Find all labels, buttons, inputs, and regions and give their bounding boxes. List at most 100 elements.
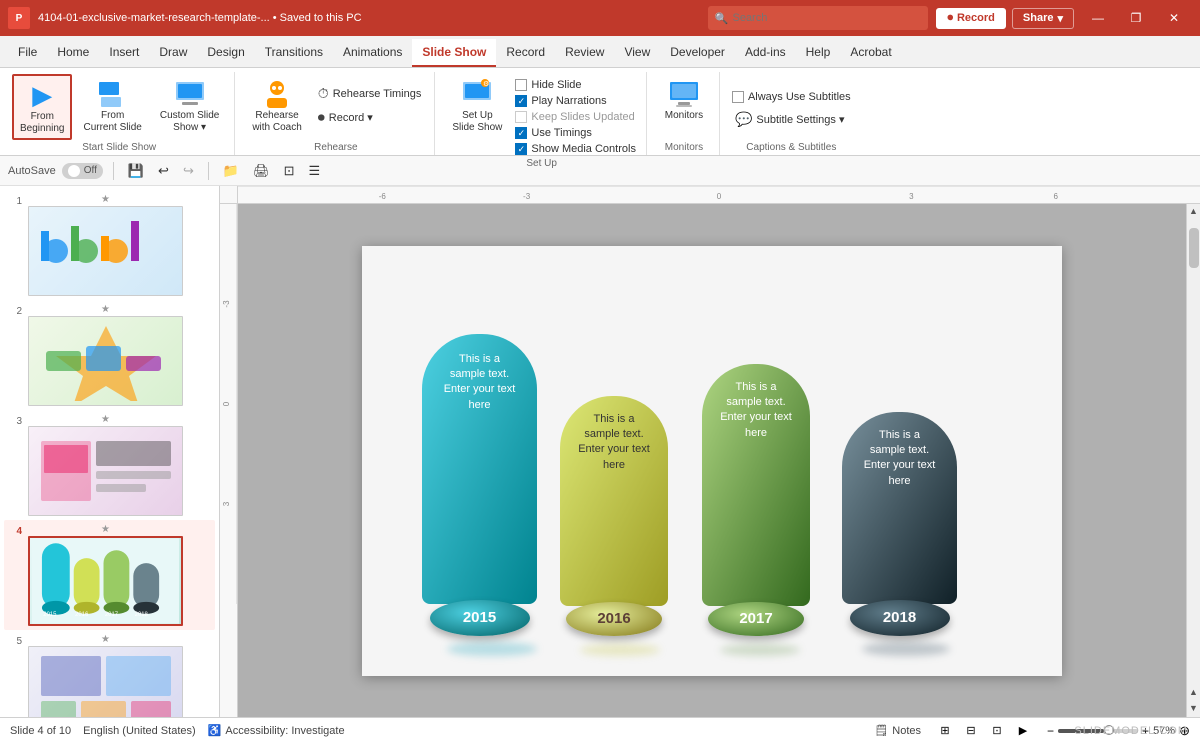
slide-item-5[interactable]: 5 ★ — [4, 630, 215, 717]
scrollbar-down-button[interactable]: ▼ — [1187, 701, 1200, 715]
status-bar: Slide 4 of 10 English (United States) ♿ … — [0, 717, 1200, 743]
vertical-scrollbar[interactable]: ▲ ▲ ▼ — [1186, 204, 1200, 717]
slide-star-4: ★ — [101, 524, 110, 535]
restore-button[interactable]: ❐ — [1118, 0, 1154, 36]
tab-transitions[interactable]: Transitions — [255, 39, 333, 67]
slide-thumb-inner-5 — [29, 647, 182, 717]
monitors-button[interactable]: Monitors — [657, 74, 711, 126]
keep-slides-checkbox[interactable] — [515, 111, 527, 123]
svg-text:2015: 2015 — [43, 612, 57, 618]
tab-review[interactable]: Review — [555, 39, 614, 67]
normal-view-button[interactable]: ⊞ — [933, 721, 957, 741]
slide-star-5: ★ — [101, 634, 110, 645]
rehearse-coach-button[interactable]: Rehearsewith Coach — [245, 74, 308, 138]
tab-developer[interactable]: Developer — [660, 39, 735, 67]
svg-text:0: 0 — [717, 192, 722, 201]
setup-slideshow-icon: ⚙ — [461, 78, 493, 110]
use-timings-label: Use Timings — [531, 127, 592, 139]
tab-animations[interactable]: Animations — [333, 39, 412, 67]
show-media-checkbox[interactable]: ✓ — [515, 143, 527, 155]
tab-view[interactable]: View — [614, 39, 660, 67]
slide-item-2[interactable]: 2 ★ — [4, 300, 215, 410]
ruler-corner — [220, 186, 238, 204]
slideshow-view-button[interactable]: ▶ — [1011, 721, 1035, 741]
slide-sorter-button[interactable]: ⊟ — [959, 721, 983, 741]
slide-item-3[interactable]: 3 ★ — [4, 410, 215, 520]
slide-thumb-inner-2 — [29, 317, 182, 405]
print-button[interactable]: 🖨 — [249, 161, 274, 181]
redo-button[interactable]: ↪ — [179, 161, 198, 181]
from-beginning-button[interactable]: ▶ FromBeginning — [12, 74, 72, 140]
save-toolbar-button[interactable]: 💾 — [124, 161, 148, 181]
rehearse-timings-icon: ⏱ — [318, 85, 329, 102]
accessibility-icon: ♿ — [208, 724, 222, 737]
keep-slides-row[interactable]: Keep Slides Updated — [513, 110, 638, 124]
open-button[interactable]: 📁 — [219, 161, 243, 181]
tab-record[interactable]: Record — [496, 39, 555, 67]
tab-draw[interactable]: Draw — [149, 39, 197, 67]
shadow-2017 — [720, 644, 800, 656]
from-current-button[interactable]: FromCurrent Slide — [76, 74, 148, 138]
scrollbar-thumb[interactable] — [1189, 228, 1199, 268]
show-media-row[interactable]: ✓ Show Media Controls — [513, 142, 638, 156]
play-narrations-checkbox[interactable]: ✓ — [515, 95, 527, 107]
play-narrations-row[interactable]: ✓ Play Narrations — [513, 94, 638, 108]
record-button-title[interactable]: ⏺ Record — [936, 8, 1005, 29]
hide-slide-checkbox[interactable] — [515, 79, 527, 91]
rehearse-timings-label: Rehearse Timings — [333, 88, 422, 100]
menu-button[interactable]: ☰ — [304, 161, 324, 181]
subtitle-settings-button[interactable]: 💬 Subtitle Settings ▾ — [730, 108, 853, 131]
tab-file[interactable]: File — [8, 39, 47, 67]
accessibility-label: ♿ Accessibility: Investigate — [208, 724, 345, 737]
format-button[interactable]: ⊡ — [280, 161, 299, 181]
timeline-col-2018: This is asample text.Enter your texthere… — [842, 412, 957, 636]
record-slideshow-button[interactable]: ⏺ Record ▾ — [313, 106, 427, 129]
svg-text:⚙: ⚙ — [483, 80, 489, 88]
undo-button[interactable]: ↩ — [154, 161, 173, 181]
tab-slideshow[interactable]: Slide Show — [412, 39, 496, 67]
share-button[interactable]: Share ▾ — [1012, 8, 1074, 29]
scrollbar-up-button[interactable]: ▲ — [1187, 204, 1200, 218]
rehearse-coach-label: Rehearsewith Coach — [252, 110, 301, 134]
captions-content: Always Use Subtitles 💬 Subtitle Settings… — [730, 74, 853, 140]
main-area: 1 ★ — [0, 186, 1200, 717]
setup-group-label: Set Up — [445, 158, 638, 171]
zoom-out-icon[interactable]: − — [1047, 724, 1054, 738]
disc-2015-year: 2015 — [463, 609, 496, 626]
slide-item-1[interactable]: 1 ★ — [4, 190, 215, 300]
shadow-2018 — [862, 642, 950, 656]
slide-num-3: 3 — [6, 414, 22, 427]
slide-item-4[interactable]: 4 ★ — [4, 520, 215, 630]
ribbon-tabs: File Home Insert Draw Design Transitions… — [0, 36, 1200, 68]
search-wrapper: 🔍 — [708, 6, 928, 30]
toolbar-separator-2 — [208, 162, 209, 180]
scrollbar-up2-button[interactable]: ▲ — [1187, 685, 1200, 699]
rehearse-coach-icon — [261, 78, 293, 110]
tab-insert[interactable]: Insert — [99, 39, 149, 67]
rehearse-timings-button[interactable]: ⏱ Rehearse Timings — [313, 82, 427, 105]
from-beginning-label: FromBeginning — [20, 111, 64, 135]
tab-home[interactable]: Home — [47, 39, 99, 67]
use-timings-row[interactable]: ✓ Use Timings — [513, 126, 638, 140]
shadow-2016 — [580, 644, 660, 656]
slide-info: Slide 4 of 10 — [10, 725, 71, 737]
tab-acrobat[interactable]: Acrobat — [840, 39, 901, 67]
cyl-2018-text: This is asample text.Enter your texthere — [864, 428, 936, 490]
minimize-button[interactable]: — — [1080, 0, 1116, 36]
always-subtitles-checkbox[interactable] — [732, 91, 744, 103]
search-input[interactable] — [708, 6, 928, 30]
tab-help[interactable]: Help — [796, 39, 841, 67]
custom-slideshow-button[interactable]: Custom SlideShow ▾ — [153, 74, 226, 138]
setup-slideshow-button[interactable]: ⚙ Set UpSlide Show — [445, 74, 509, 138]
reading-view-button[interactable]: ⊡ — [985, 721, 1009, 741]
always-subtitles-row[interactable]: Always Use Subtitles — [730, 90, 853, 104]
tab-design[interactable]: Design — [197, 39, 254, 67]
autosave-label: AutoSave — [8, 165, 56, 177]
tab-addins[interactable]: Add-ins — [735, 39, 796, 67]
autosave-toggle[interactable]: Off — [62, 163, 103, 179]
hide-slide-row[interactable]: Hide Slide — [513, 78, 638, 92]
use-timings-checkbox[interactable]: ✓ — [515, 127, 527, 139]
close-button[interactable]: ✕ — [1156, 0, 1192, 36]
slide-star-1: ★ — [101, 194, 110, 205]
notes-button[interactable]: 🗒 Notes — [874, 724, 921, 737]
